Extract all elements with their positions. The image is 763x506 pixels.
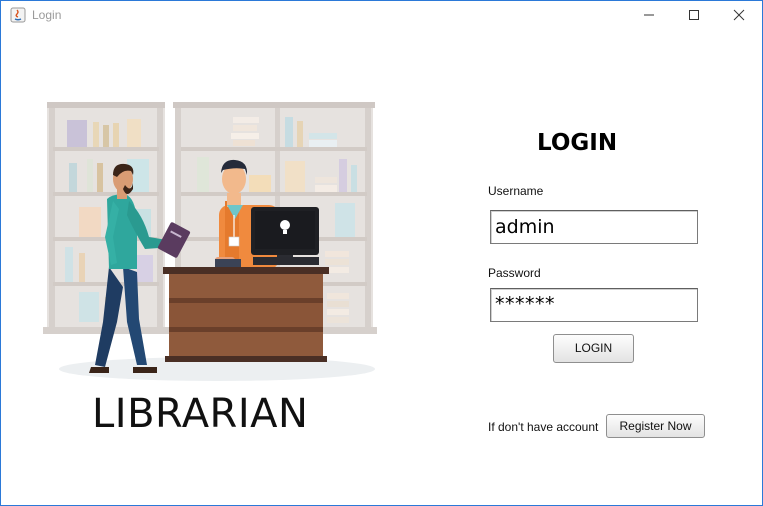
maximize-button[interactable] <box>671 1 717 29</box>
register-now-button[interactable]: Register Now <box>606 414 705 438</box>
minimize-button[interactable] <box>626 1 672 29</box>
login-window: Login LIBRARIAN LOGIN Username admin Pas… <box>0 0 763 506</box>
login-button[interactable]: LOGIN <box>553 334 634 363</box>
no-account-text: If don't have account <box>488 420 599 434</box>
username-input[interactable]: admin <box>490 210 698 244</box>
login-heading: LOGIN <box>537 130 618 156</box>
password-input[interactable]: ****** <box>490 288 698 322</box>
close-icon <box>733 9 745 21</box>
maximize-icon <box>689 10 699 20</box>
java-app-icon <box>10 7 26 23</box>
app-brand-text: LIBRARIAN <box>92 391 309 437</box>
username-label: Username <box>488 184 544 198</box>
password-label: Password <box>488 266 541 280</box>
librarian-illustration <box>43 102 377 381</box>
title-bar[interactable]: Login <box>1 1 762 29</box>
minimize-icon <box>644 14 654 16</box>
window-title: Login <box>32 8 62 22</box>
close-button[interactable] <box>716 1 762 29</box>
